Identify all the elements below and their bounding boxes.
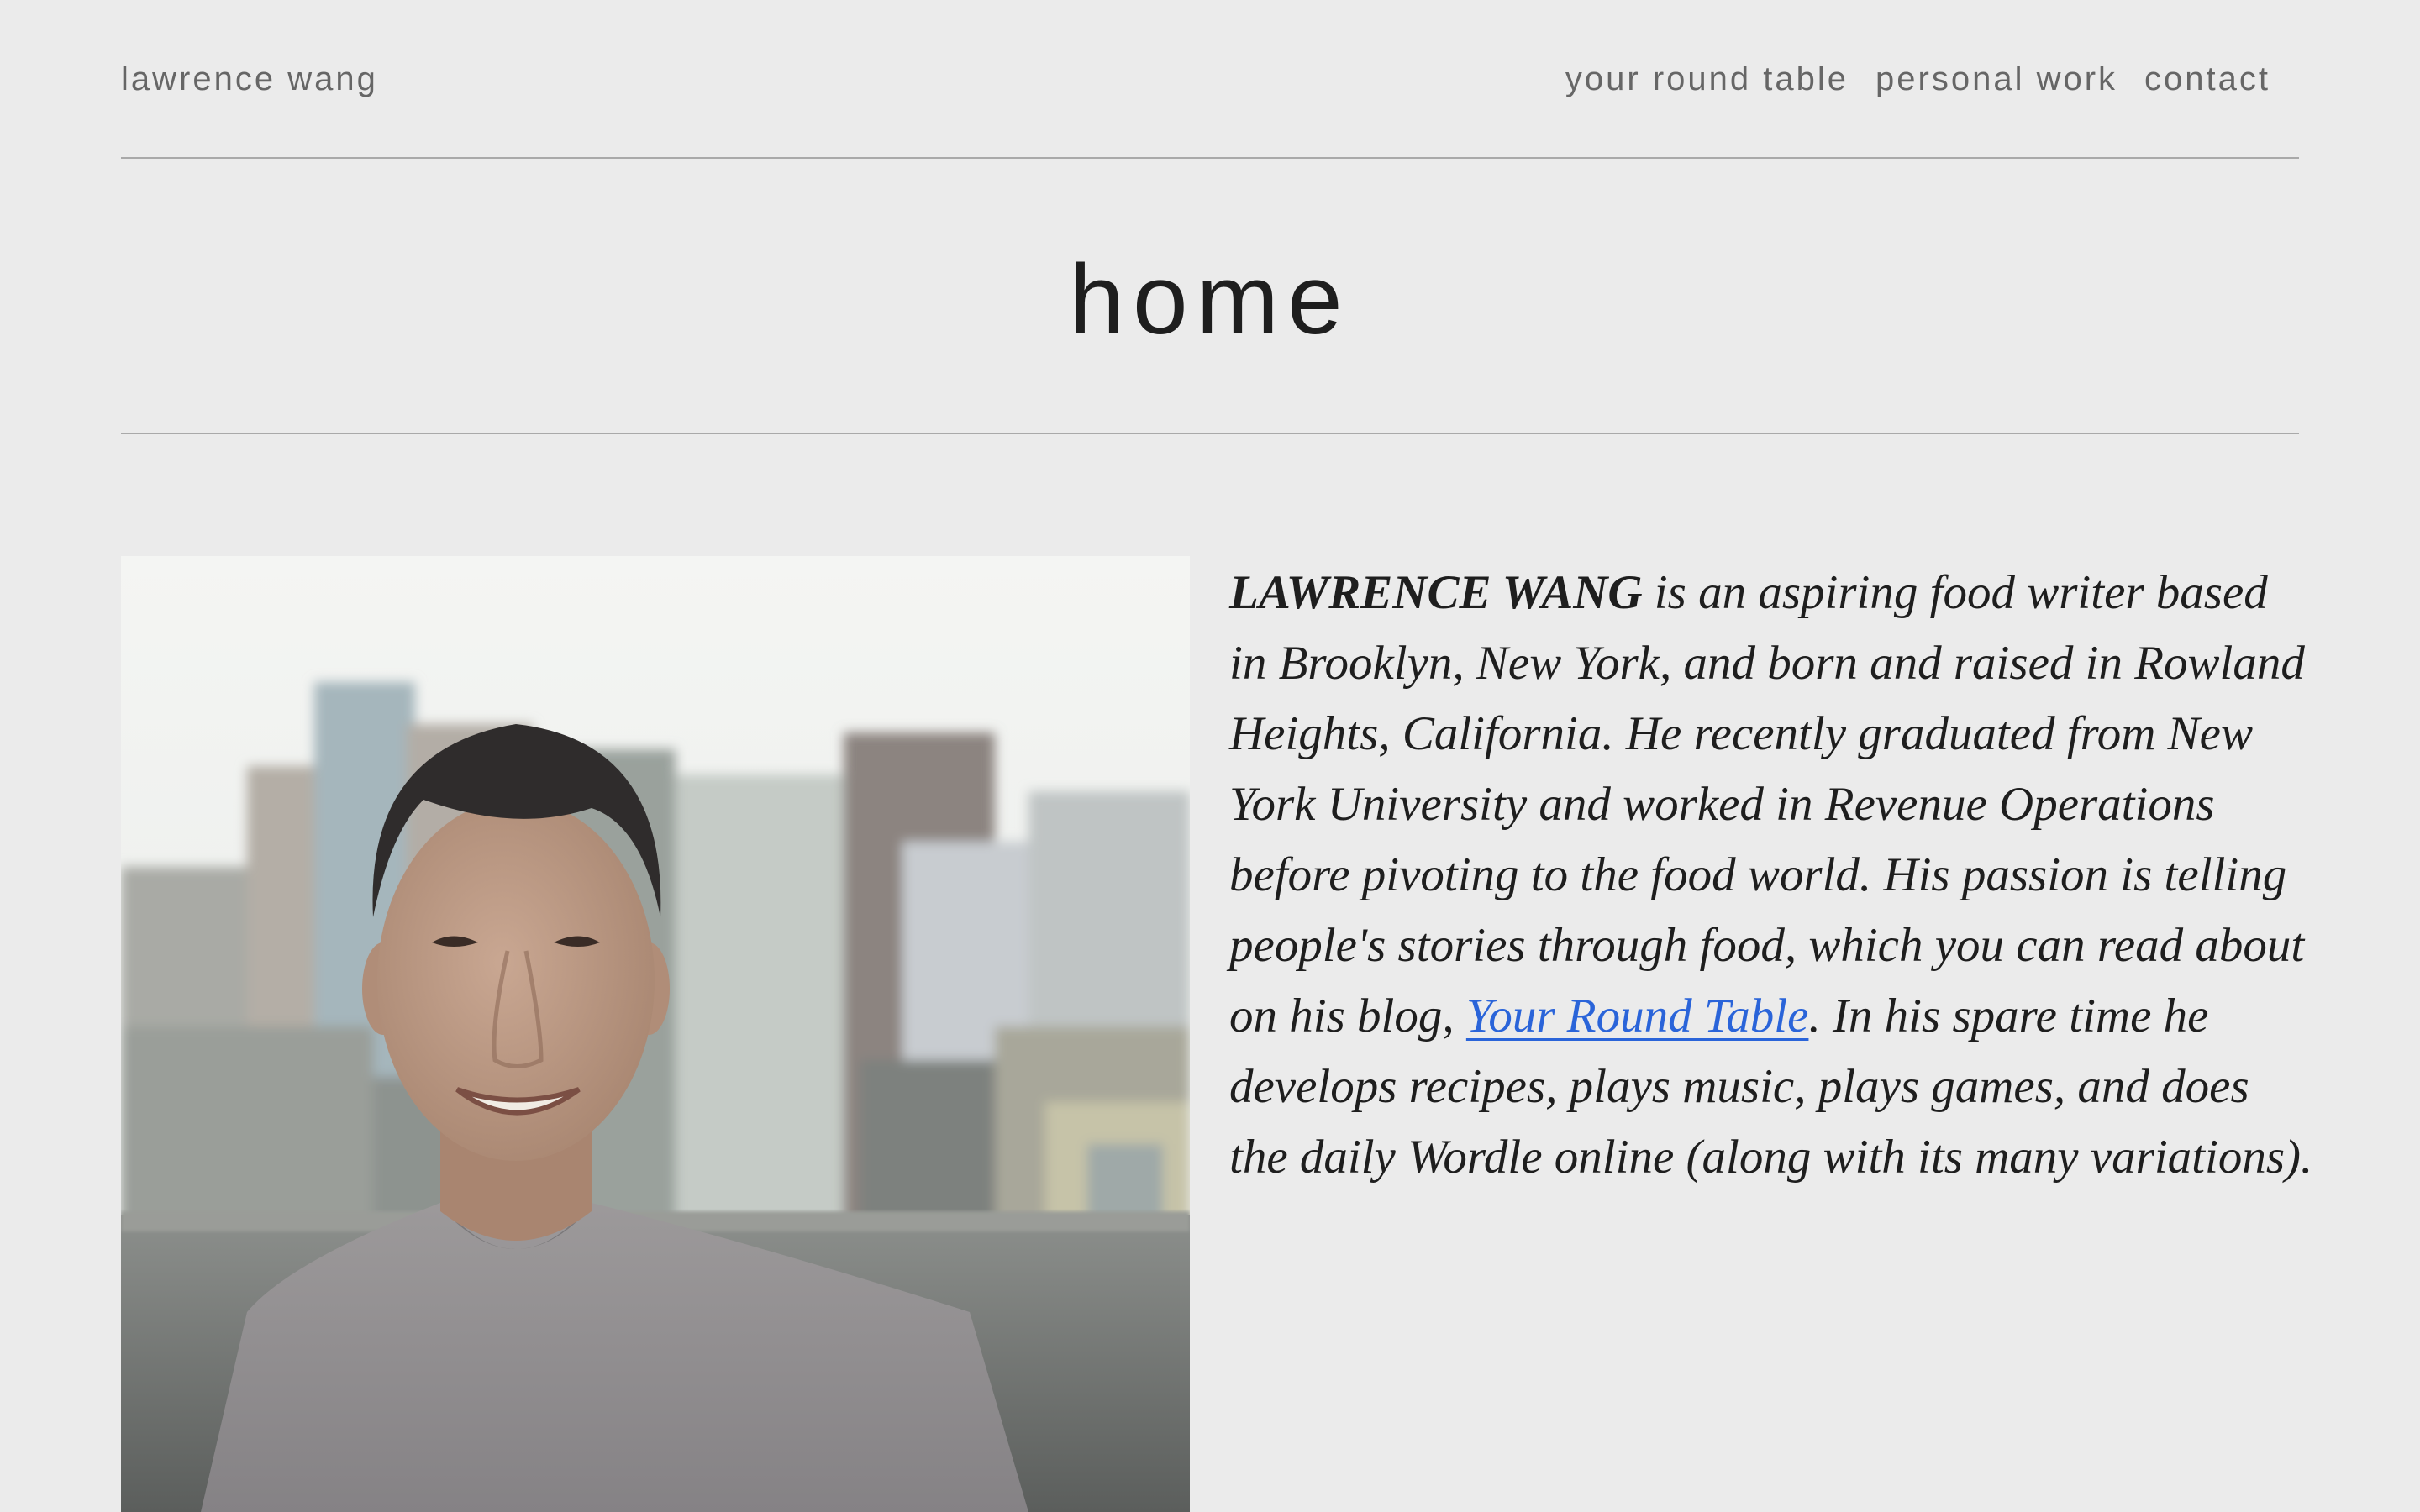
site-header: lawrence wang your round table personal … xyxy=(121,0,2299,158)
nav-link-contact[interactable]: contact xyxy=(2144,57,2270,101)
bio-text-intro: is an aspiring food writer based in Broo… xyxy=(1229,566,2305,1042)
blog-link[interactable]: Your Round Table xyxy=(1466,990,1809,1042)
portrait-image xyxy=(121,556,1190,1512)
bio-paragraph: LAWRENCE WANG is an aspiring food writer… xyxy=(1229,558,2313,1193)
header-divider xyxy=(121,157,2299,159)
title-divider xyxy=(121,433,2299,434)
bio-name: LAWRENCE WANG xyxy=(1229,566,1643,619)
nav-link-your-round-table[interactable]: your round table xyxy=(1565,57,1849,101)
page-title: home xyxy=(1069,244,1351,355)
site-title-link[interactable]: lawrence wang xyxy=(121,57,378,101)
nav-link-personal-work[interactable]: personal work xyxy=(1876,57,2118,101)
main-nav: your round table personal work contact xyxy=(1565,57,2270,101)
